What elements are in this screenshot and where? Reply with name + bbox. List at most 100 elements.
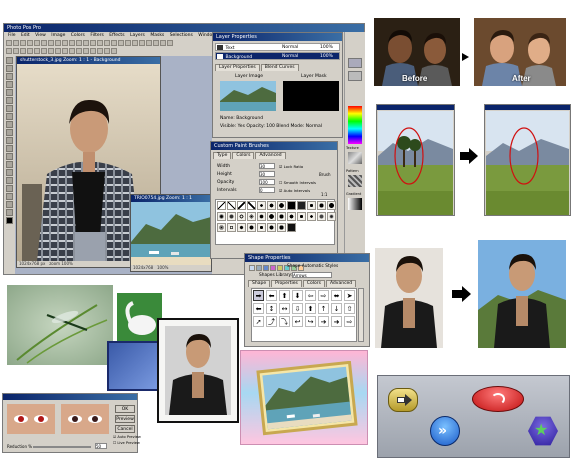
brush-square-icon[interactable] [287,201,296,210]
tab-properties[interactable]: Properties [271,280,302,287]
shape-arrow-icon[interactable]: ➔ [318,316,329,327]
shape-arrow-icon[interactable]: ⬆ [305,303,316,314]
shape-arrow-icon[interactable]: ⬅ [253,303,264,314]
layer-image-thumbnail[interactable] [220,81,276,111]
style-swatch-icon[interactable] [262,264,269,271]
curves-icon[interactable] [117,39,124,46]
brush-line-icon[interactable] [217,201,226,210]
style-swatch-icon[interactable] [269,264,276,271]
shape-arrow-icon[interactable]: ⇧ [344,303,355,314]
lock-ratio-checkbox[interactable]: ☑ Lock Ratio [279,164,303,169]
crop-tool-icon[interactable] [6,97,13,104]
shapes-title-bar[interactable]: Shape Properties [245,254,369,262]
shape-arrow-icon[interactable]: ⬌ [331,290,342,301]
shape-arrow-icon[interactable]: ⬇ [292,290,303,301]
brush-dot-icon[interactable] [317,201,326,210]
new-icon[interactable] [5,39,12,46]
layer-icon[interactable] [103,47,110,54]
shape-arrow-icon[interactable]: ↕ [266,303,277,314]
cut-icon[interactable] [33,39,40,46]
reduction-value[interactable]: 50 [95,443,107,449]
eraser-tool-icon[interactable] [6,129,13,136]
eyedropper-tool-icon[interactable] [6,169,13,176]
brush-line-icon[interactable] [247,201,256,210]
live-preview-checkbox[interactable]: ☐ Live Preview [113,441,140,445]
shape-arrow-icon[interactable]: ⬅ [266,290,277,301]
eraser-icon[interactable] [68,47,75,54]
smudge-tool-icon[interactable] [6,201,13,208]
layer-mode[interactable]: Normal [282,44,298,51]
clone-icon[interactable] [61,47,68,54]
document-title-bar[interactable]: shutterstock_3.jpg Zoom: 1 : 1 - Backgro… [17,57,160,64]
brush-intervals-field[interactable]: 0 [259,187,275,193]
shape-arrow-icon[interactable]: ⬆ [279,290,290,301]
redo-icon[interactable] [61,39,68,46]
document-window-beach[interactable]: TRIO0754.jpg Zoom: 1 : 1 1024x768 100% [130,194,212,272]
fill-icon[interactable] [47,47,54,54]
brush-dot-icon[interactable] [267,212,276,221]
smooth-intervals-checkbox[interactable]: ☐ Smooth Intervals [279,180,316,185]
brush-width-field[interactable]: 30 [259,163,275,169]
tab-advanced[interactable]: Advanced [255,152,286,159]
paste-icon[interactable] [47,39,54,46]
tab-colors[interactable]: Colors [232,152,255,159]
brush-splatter-icon[interactable] [317,212,326,221]
brush-dot-icon[interactable] [277,212,286,221]
shape-arrow-icon[interactable]: ⤵ [279,316,290,327]
undo-icon[interactable] [54,39,61,46]
shape-arrow-icon[interactable]: ⇨ [344,316,355,327]
pattern-swatch[interactable] [348,175,362,187]
tab-shape[interactable]: Shape [248,280,271,287]
zoom-out-icon[interactable] [75,39,82,46]
brush-splatter-icon[interactable] [327,212,336,221]
brush-swirl-icon[interactable] [217,223,226,232]
shape-arrow-icon[interactable]: ↔ [279,303,290,314]
move-tool-icon[interactable] [6,65,13,72]
zoom-tool-icon[interactable] [6,177,13,184]
auto-preview-checkbox[interactable]: ☑ Auto Preview [113,435,141,439]
brush-dot-icon[interactable] [257,223,266,232]
brush-tool-icon[interactable] [6,105,13,112]
hand-tool-icon[interactable] [6,185,13,192]
shape-arrow-icon[interactable]: ↩ [292,316,303,327]
sharpen-tool-icon[interactable] [6,209,13,216]
zoom-in-icon[interactable] [68,39,75,46]
tab-colors[interactable]: Colors [302,280,325,287]
brush-dot-icon[interactable] [297,212,306,221]
brush-star-icon[interactable] [237,223,246,232]
layer-row-text[interactable]: Text Normal 100% [215,43,340,51]
gradient-tool-icon[interactable] [6,145,13,152]
style-swatch-icon[interactable] [255,264,262,271]
crop-icon[interactable] [82,39,89,46]
brush-swirl-icon[interactable] [237,212,246,221]
shape-arrow-icon[interactable]: ⇩ [292,303,303,314]
shape-arrow-icon[interactable]: ↓ [331,303,342,314]
menu-selections[interactable]: Selections [170,33,193,38]
menu-image[interactable]: Image [51,33,65,38]
brush-dot-icon[interactable] [307,201,316,210]
style-swatch-icon[interactable] [248,264,255,271]
shapes-library-select[interactable]: Arrows [292,272,332,278]
mask-icon[interactable] [110,47,117,54]
brushes-title-bar[interactable]: Custom Paint Brushes [211,142,337,150]
shape-arrow-icon[interactable]: ↪ [305,316,316,327]
brush-dot-icon[interactable] [307,212,316,221]
tab-type[interactable]: Type [213,152,232,159]
document-title-bar[interactable]: TRIO0754.jpg Zoom: 1 : 1 [131,195,211,202]
tab-layer-properties[interactable]: Layer Properties [215,64,260,71]
clone-tool-icon[interactable] [6,121,13,128]
sharpen-icon[interactable] [145,39,152,46]
layer-row-background[interactable]: Background Normal 100% [215,52,340,60]
shape-arrow-icon[interactable]: ➜ [331,316,342,327]
blue-round-button[interactable]: » [430,416,460,446]
style-swatch-icon[interactable] [276,264,283,271]
levels-icon[interactable] [110,39,117,46]
hue-icon[interactable] [124,39,131,46]
flip-icon[interactable] [96,39,103,46]
shape-arrow-icon[interactable]: ➚ [253,316,264,327]
shape-arrow-icon[interactable]: ⇨ [318,290,329,301]
layer-opacity[interactable]: 100% [320,44,333,51]
layer-mask-thumbnail[interactable] [283,81,339,111]
red-eye-title-bar[interactable] [3,394,137,400]
brush-splatter-icon[interactable] [217,212,226,221]
